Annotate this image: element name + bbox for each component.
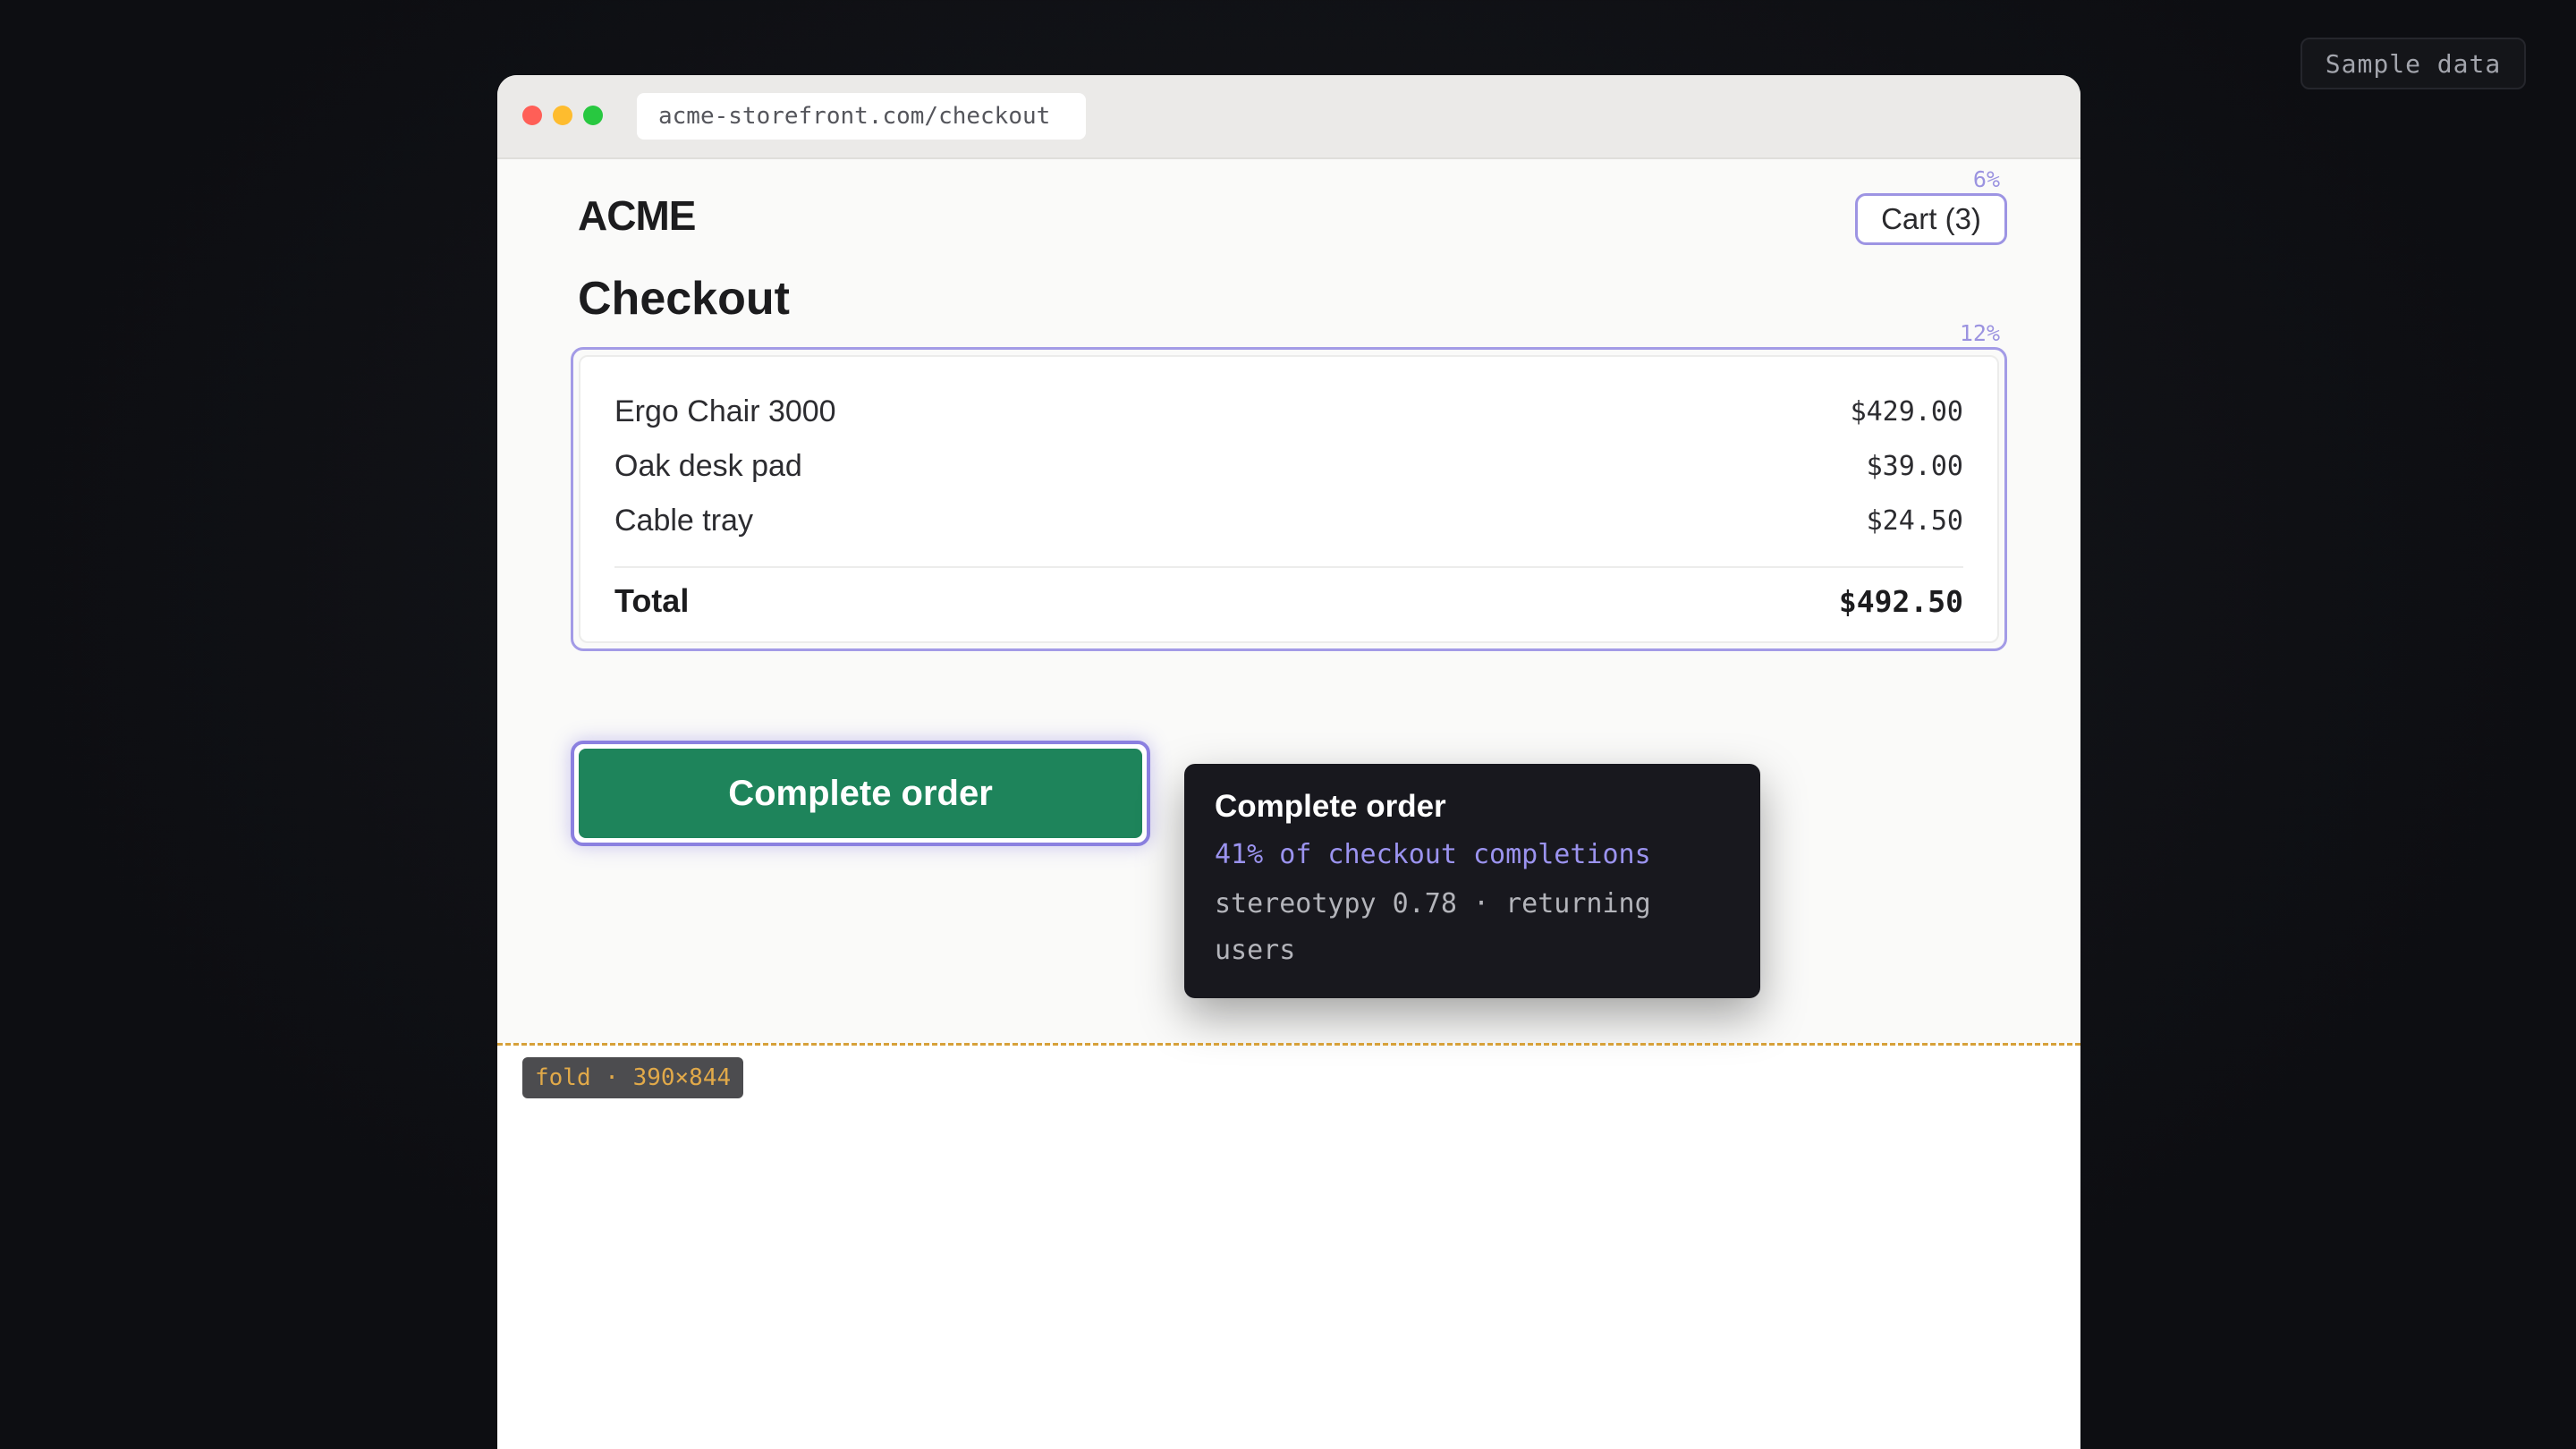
item-price: $24.50 [1866,504,1963,537]
sample-data-badge: Sample data [2301,38,2526,89]
list-item: Oak desk pad $39.00 [614,444,1963,488]
item-name: Ergo Chair 3000 [614,394,836,428]
item-price: $39.00 [1866,450,1963,482]
below-fold-area [497,1045,2080,1449]
fold-line [497,1043,2080,1046]
list-item: Ergo Chair 3000 $429.00 [614,389,1963,434]
browser-titlebar: acme-storefront.com/checkout [497,75,2080,159]
browser-window: acme-storefront.com/checkout 6% ACME Car… [497,75,2080,1449]
tooltip-title: Complete order [1215,789,1446,824]
order-summary-highlight: Ergo Chair 3000 $429.00 Oak desk pad $39… [571,347,2007,651]
fold-label: fold · 390×844 [522,1057,744,1098]
close-dot-icon[interactable] [522,106,542,125]
cart-click-share: 6% [1972,166,2000,192]
tooltip-stat: 41% of checkout completions [1215,839,1651,870]
complete-order-button[interactable]: Complete order [579,749,1142,838]
total-label: Total [614,582,690,619]
order-summary-card: Ergo Chair 3000 $429.00 Oak desk pad $39… [579,355,1999,643]
list-item: Cable tray $24.50 [614,498,1963,543]
page-title: Checkout [578,273,790,325]
item-name: Cable tray [614,503,753,538]
tooltip-meta: stereotypy 0.78 · returning users [1215,888,1651,966]
minimize-dot-icon[interactable] [553,106,572,125]
cart-button[interactable]: Cart (3) [1855,193,2007,245]
summary-click-share: 12% [1959,320,2000,346]
heatmap-tooltip: Complete order 41% of checkout completio… [1184,764,1760,998]
summary-divider [614,566,1963,568]
item-price: $429.00 [1850,395,1963,428]
total-value: $492.50 [1838,583,1963,619]
address-bar[interactable]: acme-storefront.com/checkout [637,93,1086,140]
total-row: Total $492.50 [614,579,1963,623]
complete-order-highlight: Complete order [571,741,1150,846]
page-content: 6% ACME Cart (3) Checkout 12% Ergo Chair… [497,159,2080,1449]
maximize-dot-icon[interactable] [583,106,603,125]
item-name: Oak desk pad [614,448,802,483]
brand-logo[interactable]: ACME [578,191,696,240]
